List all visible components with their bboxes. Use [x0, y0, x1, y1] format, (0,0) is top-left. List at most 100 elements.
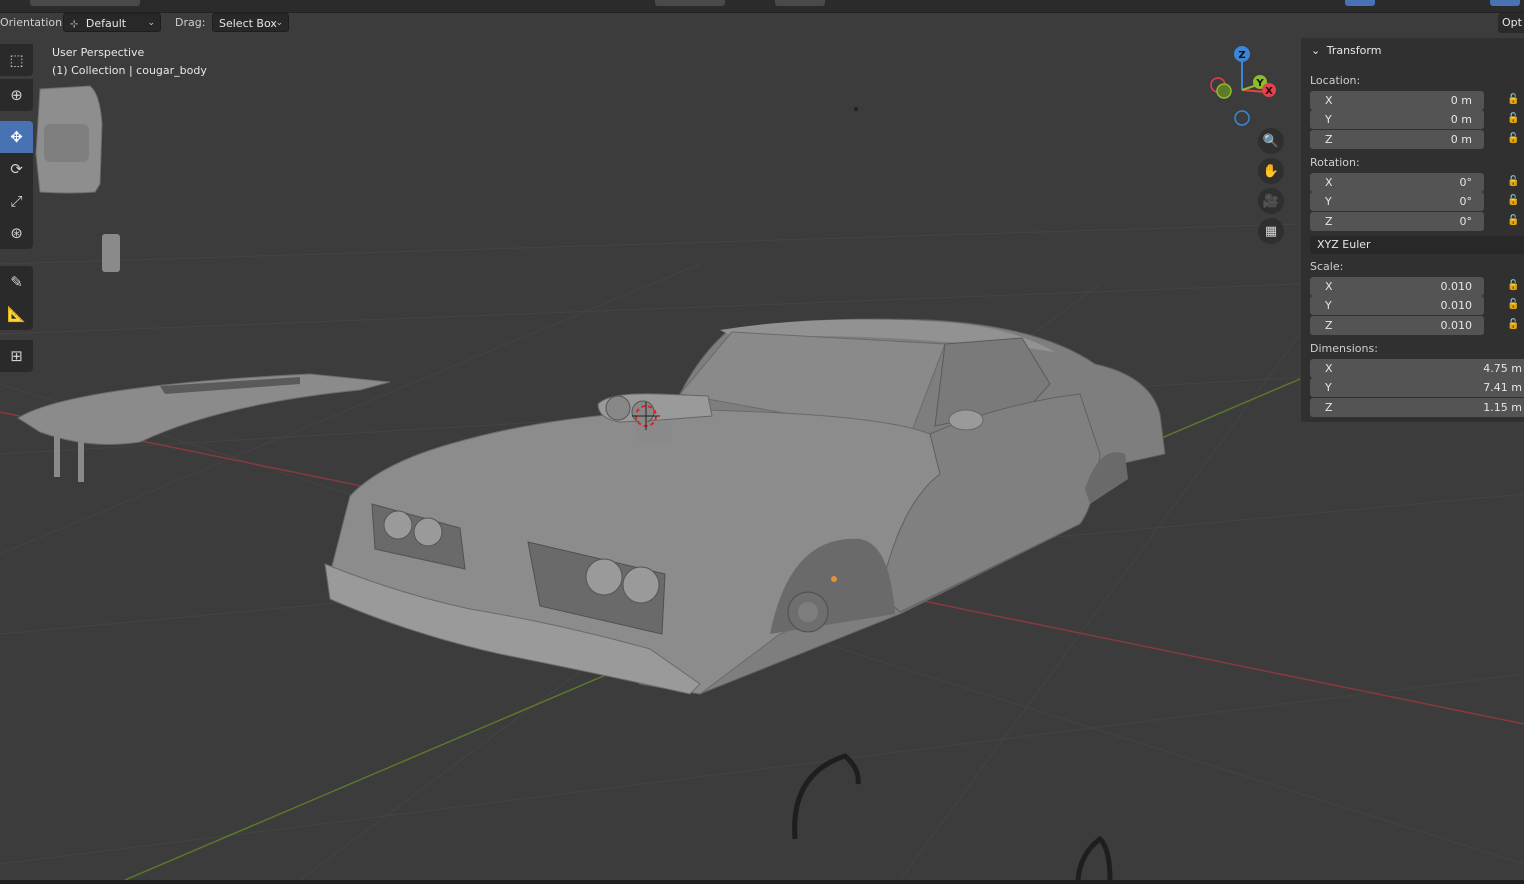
viewport-scene	[0, 85, 1524, 880]
chevron-down-icon: ⌄	[275, 18, 283, 28]
scale-z-field[interactable]: Z 0.010	[1310, 316, 1484, 335]
select-box-icon: ⬚	[9, 51, 24, 69]
annotate-icon: ✎	[10, 273, 23, 291]
menu-stub[interactable]	[30, 0, 140, 6]
axis-label: X	[1325, 362, 1333, 375]
scale-tool[interactable]: ⤢	[0, 185, 33, 217]
field-value: 0°	[1459, 215, 1473, 228]
location-z-field[interactable]: Z 0 m	[1310, 130, 1484, 149]
field-value: 0 m	[1450, 133, 1472, 146]
lock-icon[interactable]: 🔓	[1507, 94, 1521, 108]
tool-header: Orientation: ⊹ Default ⌄ Drag: Select Bo…	[0, 12, 1524, 34]
status-bar-edge	[0, 880, 1524, 884]
field-value: 0°	[1459, 195, 1473, 208]
rotate-icon: ⟳	[10, 160, 23, 178]
field-value: 0 m	[1450, 94, 1472, 107]
location-y-field[interactable]: Y 0 m	[1310, 110, 1484, 129]
camera-icon: 🎥	[1262, 193, 1280, 209]
rotation-z-field[interactable]: Z 0°	[1310, 212, 1484, 231]
lock-icon[interactable]: 🔓	[1507, 113, 1521, 127]
transform-tool[interactable]: ⊛	[0, 217, 33, 249]
lock-icon[interactable]: 🔓	[1507, 215, 1521, 229]
perspective-toggle-button[interactable]: ▦	[1258, 218, 1284, 244]
viewport-info: User Perspective (1) Collection | cougar…	[52, 44, 207, 80]
scale-x-field[interactable]: X 0.010	[1310, 277, 1484, 296]
camera-view-button[interactable]: 🎥	[1258, 188, 1284, 214]
dimensions-z-field[interactable]: Z 1.15 m	[1310, 398, 1524, 417]
field-value: 0 m	[1450, 113, 1472, 126]
orientation-dropdown[interactable]: ⊹ Default ⌄	[63, 13, 161, 32]
dimensions-x-field[interactable]: X 4.75 m	[1310, 359, 1524, 378]
gizmo-neg-y[interactable]	[1216, 83, 1232, 99]
panel-header[interactable]: ⌄ Transform	[1311, 44, 1381, 57]
lock-icon[interactable]: 🔓	[1507, 299, 1521, 313]
orientation-icon: ⊹	[70, 19, 79, 30]
axis-label: X	[1325, 280, 1333, 293]
transform-icon: ⊛	[10, 224, 23, 242]
field-value: 0.010	[1440, 280, 1473, 293]
field-value: 4.75 m	[1483, 362, 1522, 375]
menu-stub[interactable]	[775, 0, 825, 6]
lock-icon[interactable]: 🔓	[1507, 195, 1521, 209]
axis-label: Y	[1325, 299, 1332, 312]
field-value: 0.010	[1440, 319, 1473, 332]
zoom-icon: 🔍	[1262, 133, 1280, 149]
axis-label: X	[1325, 94, 1333, 107]
annotate-tool[interactable]: ✎	[0, 266, 33, 298]
field-value: 0.010	[1440, 299, 1473, 312]
menu-stub[interactable]	[655, 0, 725, 6]
panel-title: Transform	[1326, 44, 1382, 57]
lock-icon[interactable]: 🔓	[1507, 133, 1521, 147]
add-cube-icon: ⊞	[10, 347, 23, 365]
drag-dropdown[interactable]: Select Box ⌄	[212, 13, 289, 32]
location-x-field[interactable]: X 0 m	[1310, 91, 1484, 110]
rotate-tool[interactable]: ⟳	[0, 153, 33, 185]
gizmo-neg-z[interactable]	[1234, 110, 1250, 126]
rotation-label: Rotation:	[1310, 156, 1360, 169]
rotation-mode-dropdown[interactable]: XYZ Euler	[1310, 236, 1524, 254]
scale-label: Scale:	[1310, 260, 1344, 273]
scale-y-field[interactable]: Y 0.010	[1310, 296, 1484, 315]
dimensions-y-field[interactable]: Y 7.41 m	[1310, 378, 1524, 397]
zoom-button[interactable]: 🔍	[1258, 128, 1284, 154]
axis-label: Z	[1325, 133, 1333, 146]
pan-button[interactable]: ✋	[1258, 158, 1284, 184]
rotation-y-field[interactable]: Y 0°	[1310, 192, 1484, 211]
axis-label: Z	[1325, 401, 1333, 414]
gizmo-z-label: Z	[1238, 50, 1245, 61]
dimensions-label: Dimensions:	[1310, 342, 1378, 355]
drag-label: Drag:	[175, 16, 206, 29]
move-icon: ✥	[10, 128, 23, 146]
add-cube-tool[interactable]: ⊞	[0, 340, 33, 372]
lock-icon[interactable]: 🔓	[1507, 280, 1521, 294]
scale-icon: ⤢	[10, 192, 23, 210]
transform-panel: ⌄ Transform Location: X 0 m 🔓 Y 0 m 🔓 Z 0 m…	[1301, 38, 1524, 422]
options-button[interactable]: Opt	[1498, 13, 1524, 33]
view-name: User Perspective	[52, 46, 145, 59]
measure-tool[interactable]: 📐	[0, 298, 33, 330]
hand-icon: ✋	[1262, 163, 1280, 179]
measure-icon: 📐	[7, 305, 26, 323]
grid-icon: ▦	[1264, 223, 1278, 239]
car-body	[324, 318, 1166, 695]
move-tool[interactable]: ✥	[0, 121, 33, 153]
field-value: 0°	[1459, 176, 1473, 189]
menu-stub[interactable]	[1345, 0, 1375, 6]
rotation-x-field[interactable]: X 0°	[1310, 173, 1484, 192]
field-value: 1.15 m	[1483, 401, 1522, 414]
orientation-label: Orientation:	[0, 16, 66, 29]
axis-label: Y	[1325, 113, 1332, 126]
axis-label: X	[1325, 176, 1333, 189]
3d-viewport[interactable]: User Perspective (1) Collection | cougar…	[0, 34, 1524, 880]
cursor-icon: ⊕	[10, 86, 23, 104]
select-box-tool[interactable]: ⬚	[0, 44, 33, 76]
cursor-tool[interactable]: ⊕	[0, 79, 33, 111]
axis-label: Z	[1325, 215, 1333, 228]
lock-icon[interactable]: 🔓	[1507, 319, 1521, 333]
drag-value: Select Box	[219, 17, 277, 30]
gizmo-x-label: X	[1265, 86, 1273, 97]
chevron-down-icon: ⌄	[147, 18, 155, 28]
navigation-gizmo[interactable]: Z Y X	[1204, 40, 1284, 130]
lock-icon[interactable]: 🔓	[1507, 176, 1521, 190]
menu-stub[interactable]	[1490, 0, 1520, 6]
